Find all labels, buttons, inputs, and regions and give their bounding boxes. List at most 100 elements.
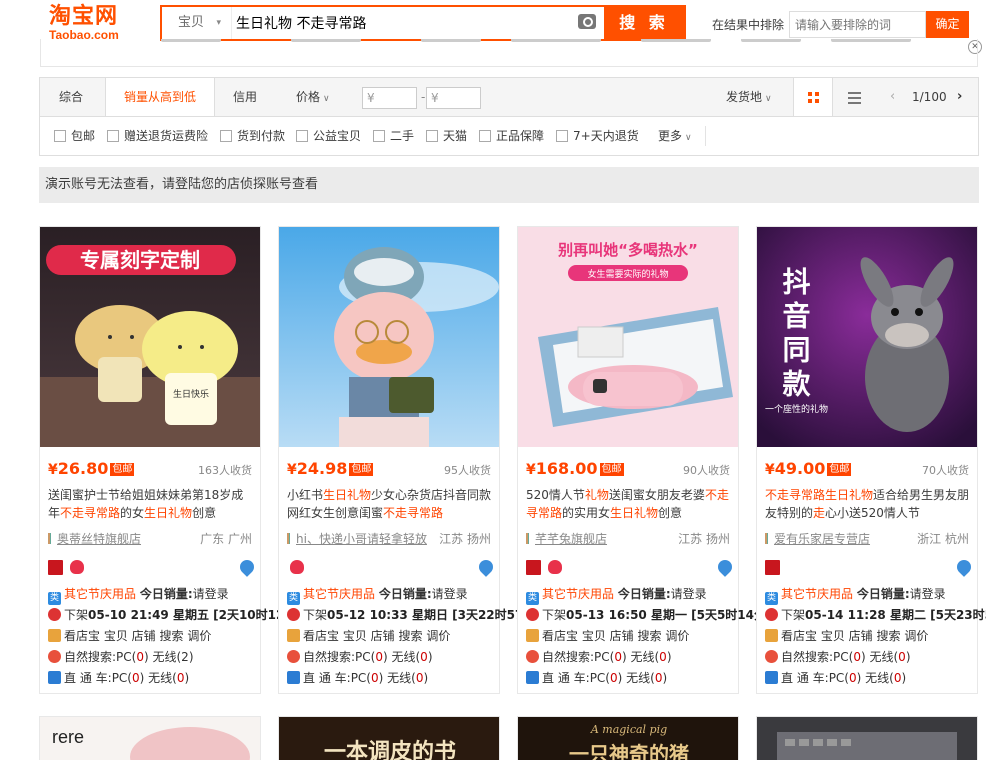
checkbox[interactable] — [296, 130, 308, 142]
tool-link[interactable]: 调价 — [665, 629, 689, 643]
shelf-time: 05-13 16:50 星期一 [5天5时14分] — [566, 608, 772, 622]
natural-search-line: 自然搜索:PC(0) 无线(0) — [526, 649, 672, 665]
tool-link[interactable]: 店铺 — [132, 629, 156, 643]
product-card[interactable]: 专属刻字定制 生日快乐 ¥26.80 包邮 163人收货 送闺蜜护士节给姐姐妹妹弟… — [39, 226, 302, 694]
ship-from-select[interactable]: 发货地 ∨ — [726, 78, 772, 116]
list-view-button[interactable] — [840, 78, 870, 116]
drop-icon[interactable] — [476, 557, 496, 577]
category-link[interactable]: 其它节庆用品 — [542, 587, 614, 601]
product-card-partial[interactable]: 一本调皮的书 — [278, 716, 500, 760]
product-card[interactable]: ¥24.98 包邮 95人收货 小红书生日礼物少女心杂货店抖音同款网红女生创意闺蜜… — [278, 226, 541, 694]
tool-link[interactable]: 搜索 — [399, 629, 423, 643]
product-image[interactable]: 专属刻字定制 生日快乐 — [40, 227, 260, 447]
filter-free-shipping[interactable]: 包邮 — [54, 129, 95, 143]
product-card-partial[interactable]: A magical pig 一只神奇的猪 — [517, 716, 739, 760]
sort-credit[interactable]: 信用 — [233, 78, 257, 116]
product-title[interactable]: 520情人节礼物送闺蜜女朋友老婆不走寻常路的实用女生日礼物创意 — [526, 486, 732, 522]
tool-link[interactable]: 调价 — [426, 629, 450, 643]
product-card[interactable]: 抖音同款 一个座性的礼物 ¥49.00 包邮 70人收货 不走寻常路生日礼物适合给… — [756, 226, 986, 694]
tool-link[interactable]: 搜索 — [160, 629, 184, 643]
login-link[interactable]: 请登录 — [193, 587, 229, 601]
tmall-badge-icon[interactable] — [48, 560, 63, 575]
product-image[interactable]: 抖音同款 一个座性的礼物 — [757, 227, 977, 447]
count: 0 — [659, 650, 667, 664]
product-title[interactable]: 送闺蜜护士节给姐姐妹妹弟第18岁成年不走寻常路的女生日礼物创意 — [48, 486, 254, 522]
filter-charity[interactable]: 公益宝贝 — [296, 129, 361, 143]
search-button[interactable]: 搜 索 — [604, 7, 684, 39]
shop-link[interactable]: 芊芊兔旗舰店 — [526, 530, 607, 547]
sort-sales[interactable]: 销量从高到低 — [105, 78, 215, 116]
checkbox[interactable] — [373, 130, 385, 142]
tool-link[interactable]: 调价 — [187, 629, 211, 643]
tool-link[interactable]: 调价 — [904, 629, 928, 643]
exclude-input[interactable] — [789, 11, 926, 38]
filter-more[interactable]: 更多 ∨ — [658, 129, 692, 145]
login-link[interactable]: 请登录 — [671, 587, 707, 601]
sort-price[interactable]: 价格 ∨ — [296, 78, 330, 116]
sort-default[interactable]: 综合 — [59, 78, 83, 116]
shop-link[interactable]: 爱有乐家居专营店 — [765, 530, 870, 547]
grid-icon — [808, 92, 819, 103]
tool-link[interactable]: 店铺 — [849, 629, 873, 643]
drop-icon[interactable] — [715, 557, 735, 577]
search-category-select[interactable]: 宝贝 ▾ — [162, 7, 232, 39]
shop-link[interactable]: 奥蒂丝特旗舰店 — [48, 530, 141, 547]
tmall-badge-icon[interactable] — [526, 560, 541, 575]
tool-link[interactable]: 看店宝 宝贝 — [542, 629, 606, 643]
shop-link[interactable]: hi、快递小哥请轻拿轻放 — [287, 530, 427, 547]
checkbox[interactable] — [220, 130, 232, 142]
rose-icon[interactable] — [290, 560, 304, 574]
rose-icon[interactable] — [70, 560, 84, 574]
clock-icon — [48, 608, 61, 621]
tool-link[interactable]: 看店宝 宝贝 — [64, 629, 128, 643]
sales-label: 今日销量: — [139, 587, 193, 601]
login-link[interactable]: 请登录 — [432, 587, 468, 601]
category-link[interactable]: 其它节庆用品 — [303, 587, 375, 601]
tool-link[interactable]: 店铺 — [371, 629, 395, 643]
tool-icon — [287, 629, 300, 642]
price-max-input[interactable]: ¥ — [426, 87, 481, 109]
checkbox[interactable] — [426, 130, 438, 142]
tool-link[interactable]: 看店宝 宝贝 — [303, 629, 367, 643]
product-image[interactable]: 别再叫她“多喝热水” 女生需要实际的礼物 — [518, 227, 738, 447]
filter-return-insurance[interactable]: 赠送退货运费险 — [107, 129, 208, 143]
filter-tmall[interactable]: 天猫 — [426, 129, 467, 143]
product-card[interactable]: 别再叫她“多喝热水” 女生需要实际的礼物 ¥168.00 包邮 90人收货 520… — [517, 226, 772, 694]
product-image[interactable] — [279, 227, 499, 447]
tool-link[interactable]: 搜索 — [877, 629, 901, 643]
filter-second-hand[interactable]: 二手 — [373, 129, 414, 143]
search-input[interactable] — [234, 7, 574, 39]
category-link[interactable]: 其它节庆用品 — [64, 587, 136, 601]
price-min-input[interactable]: ¥ — [362, 87, 417, 109]
checkbox[interactable] — [479, 130, 491, 142]
category-link[interactable]: 其它节庆用品 — [781, 587, 853, 601]
page-prev-button[interactable]: ‹ — [890, 78, 895, 116]
product-title[interactable]: 小红书生日礼物少女心杂货店抖音同款网红女生创意闺蜜不走寻常路 — [287, 486, 493, 522]
filter-genuine[interactable]: 正品保障 — [479, 129, 544, 143]
page-next-button[interactable]: › — [957, 78, 962, 116]
drop-icon[interactable] — [954, 557, 974, 577]
product-card-partial[interactable] — [756, 716, 978, 760]
grid-view-button[interactable] — [793, 78, 833, 116]
filter-7day-return[interactable]: 7+天内退货 — [556, 129, 639, 143]
product-card-partial[interactable]: rere — [39, 716, 261, 760]
sold-count: 95人收货 — [444, 464, 491, 477]
title-text: 小红书 — [287, 488, 324, 502]
camera-icon[interactable] — [578, 14, 596, 29]
checkbox[interactable] — [54, 130, 66, 142]
product-title[interactable]: 不走寻常路生日礼物适合给男生男友朋友特别的走心小送520情人节 — [765, 486, 971, 522]
checkbox[interactable] — [107, 130, 119, 142]
filter-cod[interactable]: 货到付款 — [220, 129, 285, 143]
checkbox[interactable] — [556, 130, 568, 142]
exclude-confirm-button[interactable]: 确定 — [926, 11, 969, 38]
tool-link[interactable]: 搜索 — [638, 629, 662, 643]
login-link[interactable]: 请登录 — [910, 587, 946, 601]
taobao-logo[interactable]: 淘宝网 Taobao.com — [49, 4, 139, 44]
title-highlight: 走 — [813, 506, 826, 520]
tool-link[interactable]: 店铺 — [610, 629, 634, 643]
tool-link[interactable]: 看店宝 宝贝 — [781, 629, 845, 643]
tmall-badge-icon[interactable] — [765, 560, 780, 575]
rose-icon[interactable] — [548, 560, 562, 574]
category-icon: 类 — [287, 592, 300, 605]
drop-icon[interactable] — [237, 557, 257, 577]
